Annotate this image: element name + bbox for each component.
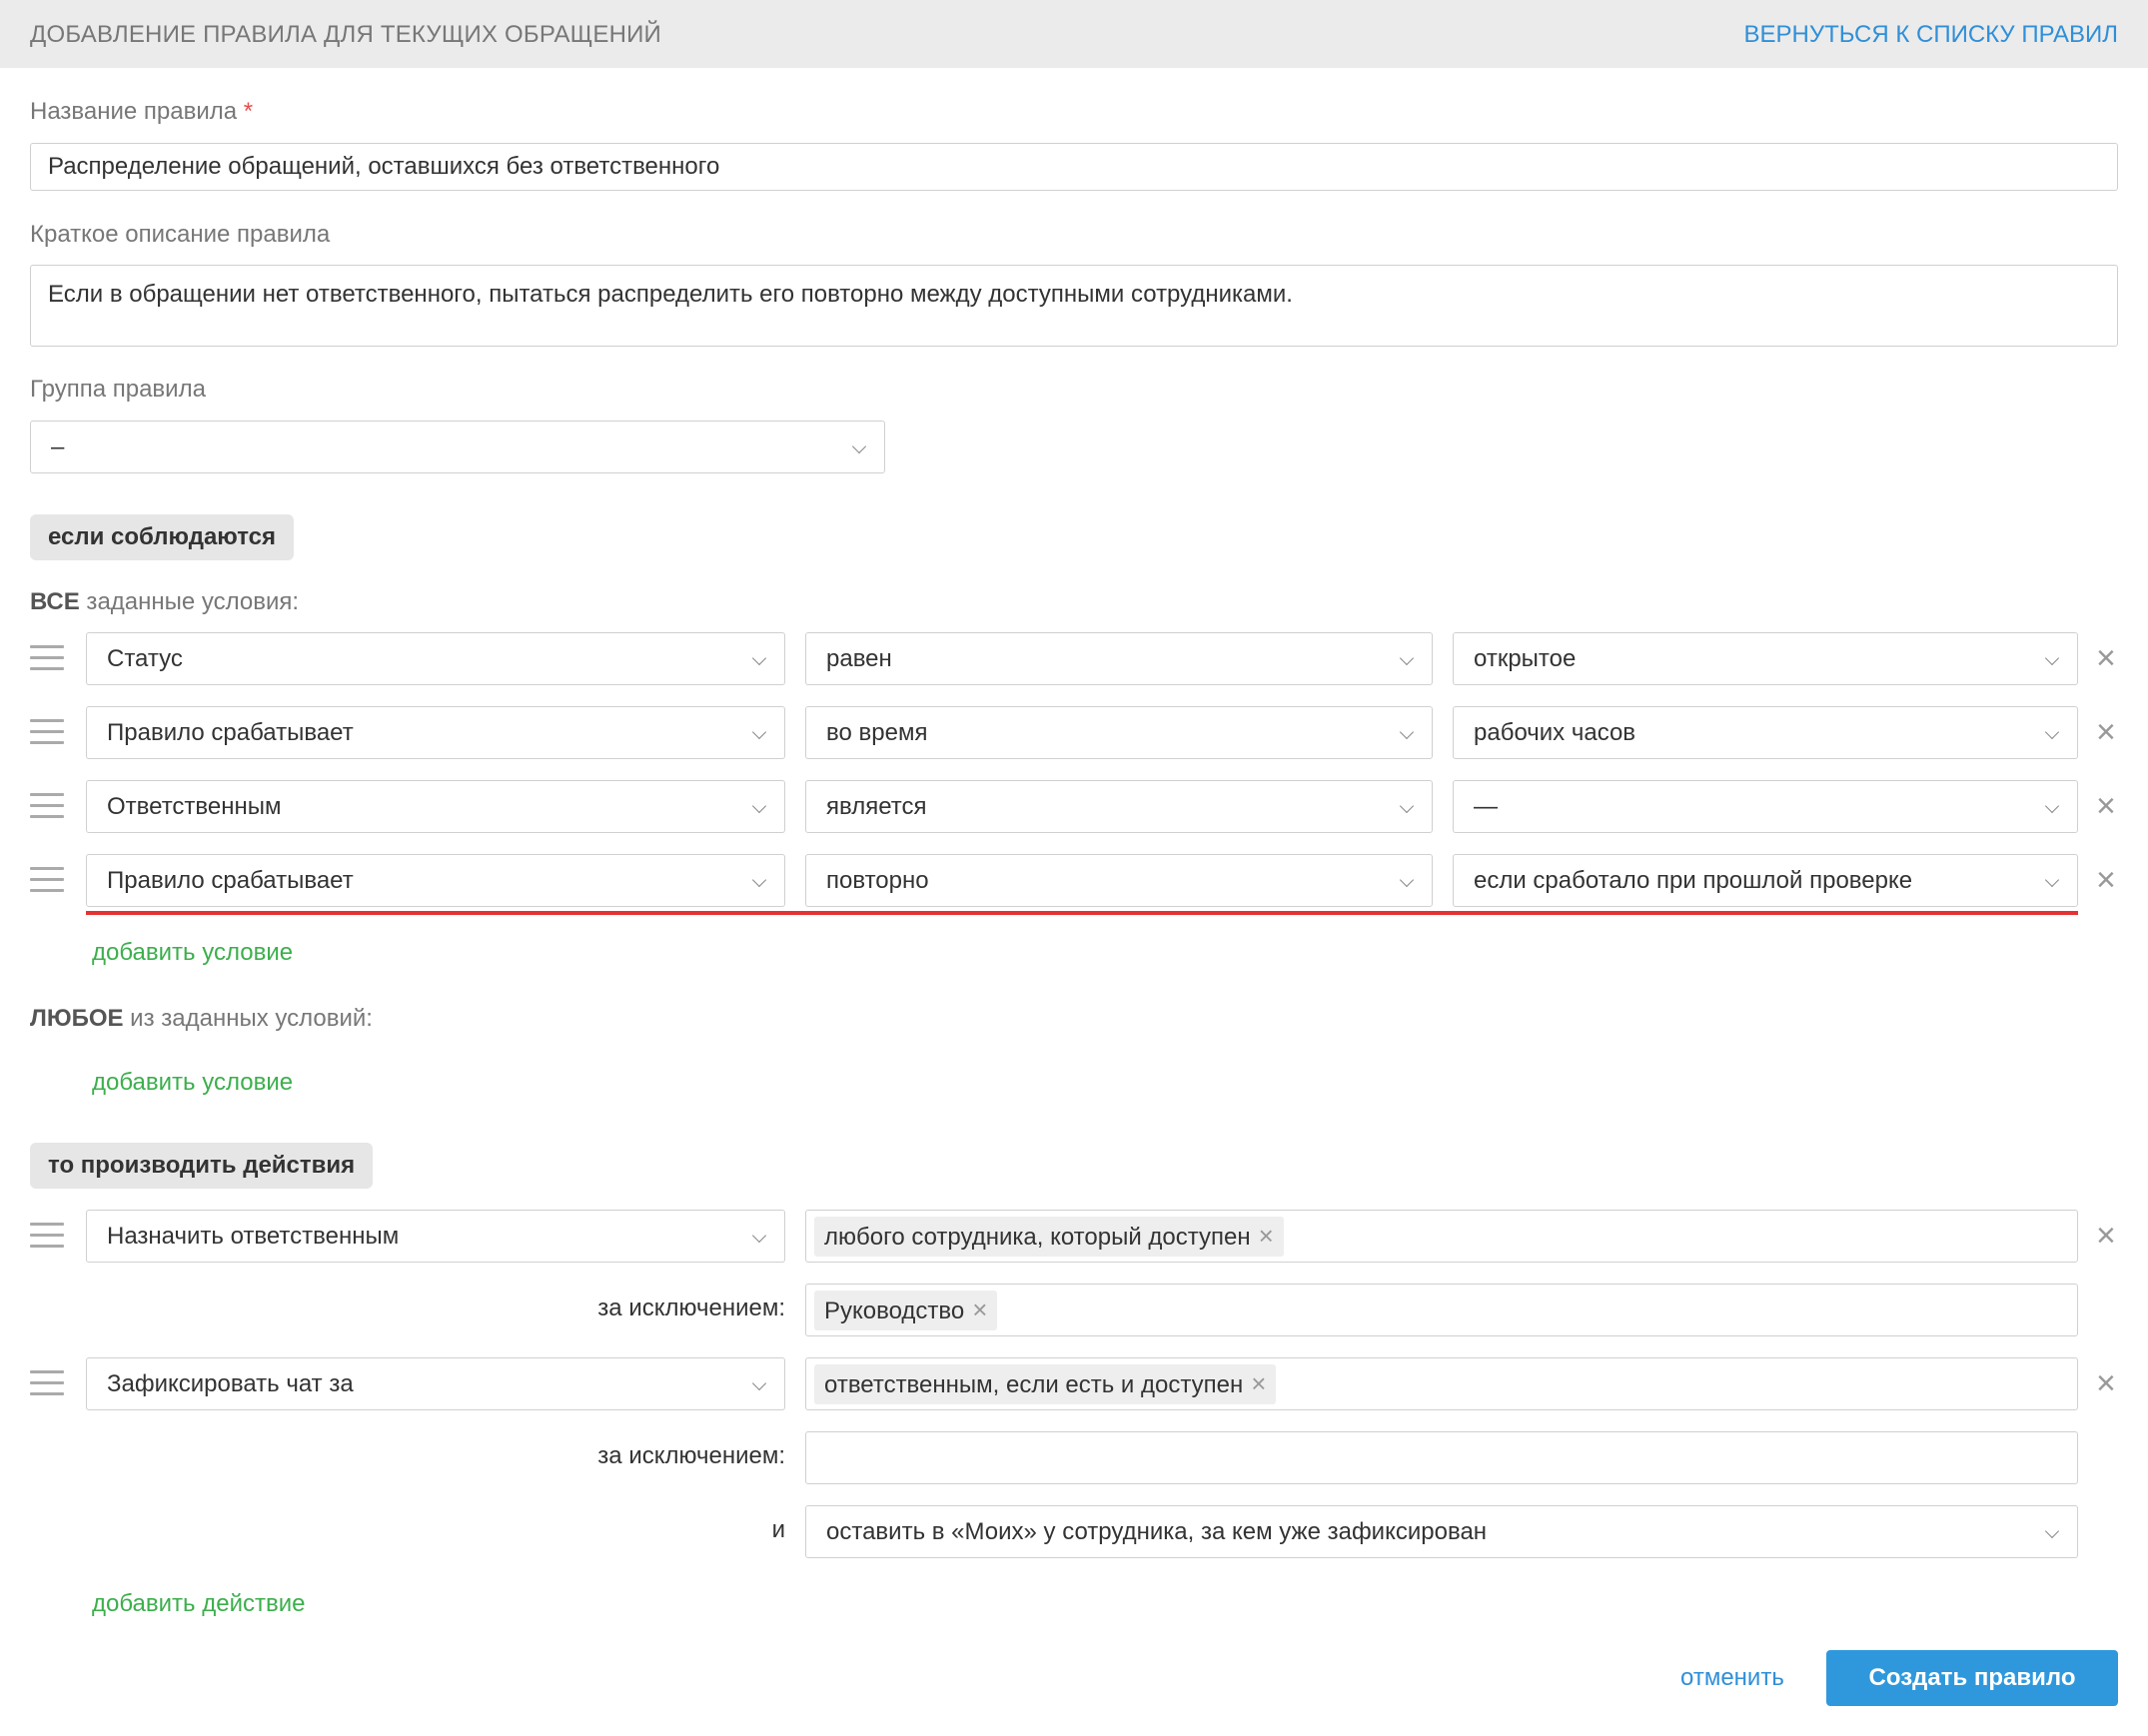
remove-condition-icon[interactable]: × [2096,789,2116,823]
chevron-down-icon [851,438,867,454]
condition-operator-select[interactable]: равен [805,632,1433,685]
chevron-down-icon [2044,724,2060,740]
actions-section-badge: то производить действия [30,1143,374,1189]
page-title: ДОБАВЛЕНИЕ ПРАВИЛА ДЛЯ ТЕКУЩИХ ОБРАЩЕНИЙ [30,21,662,48]
any-conditions-bold: ЛЮБОЕ [30,1005,124,1032]
and-label: и [771,1516,785,1543]
assign-target-tags[interactable]: любого сотрудника, который доступен × [805,1210,2078,1263]
chevron-down-icon [751,650,767,666]
condition-field-select[interactable]: Правило срабатывает [86,854,785,907]
tag-remove-icon[interactable]: × [1259,1221,1274,1251]
tag-remove-icon[interactable]: × [972,1295,987,1324]
drag-handle-icon[interactable] [30,719,64,749]
tag-label: ответственным, если есть и доступен [824,1371,1244,1398]
condition-value-value: рабочих часов [1474,719,1636,746]
condition-value-value: — [1474,793,1498,820]
rule-description-label: Краткое описание правила [30,221,331,248]
remove-action-icon[interactable]: × [2096,1219,2116,1253]
action-type-value: Зафиксировать чат за [107,1370,354,1397]
chevron-down-icon [751,872,767,888]
action-type-select[interactable]: Зафиксировать чат за [86,1357,785,1410]
keep-in-mine-value: оставить в «Моих» у сотрудника, за кем у… [826,1518,1488,1545]
rule-name-input[interactable]: Распределение обращений, оставшихся без … [30,143,2118,191]
drag-handle-icon[interactable] [30,645,64,675]
condition-field-select[interactable]: Правило срабатывает [86,706,785,759]
keep-in-mine-select[interactable]: оставить в «Моих» у сотрудника, за кем у… [805,1505,2078,1558]
drag-handle-icon[interactable] [30,793,64,823]
rule-description-textarea[interactable]: Если в обращении нет ответственного, пыт… [30,265,2118,347]
condition-value-select[interactable]: открытое [1453,632,2078,685]
chevron-down-icon [2044,1523,2060,1539]
drag-handle-icon[interactable] [30,1223,64,1253]
rule-name-label-text: Название правила [30,98,238,125]
chevron-down-icon [1399,798,1415,814]
chevron-down-icon [2044,872,2060,888]
add-all-condition-link[interactable]: добавить условие [92,939,293,967]
rule-name-label: Название правила * [30,98,253,126]
condition-field-value: Правило срабатывает [107,867,354,894]
chevron-down-icon [2044,650,2060,666]
add-action-link[interactable]: добавить действие [92,1590,305,1618]
condition-value-value: если сработало при прошлой проверке [1474,867,1913,894]
remove-condition-icon[interactable]: × [2096,641,2116,675]
except-label: за исключением: [597,1295,785,1321]
rule-group-value: – [51,434,65,460]
conditions-section-badge: если соблюдаются [30,514,294,560]
tag-chip: ответственным, если есть и доступен × [814,1364,1277,1404]
condition-operator-select[interactable]: является [805,780,1433,833]
assign-except-tags[interactable]: Руководство × [805,1284,2078,1336]
all-conditions-heading: ВСЕ заданные условия: [30,588,299,616]
condition-field-select[interactable]: Статус [86,632,785,685]
chevron-down-icon [2044,798,2060,814]
fix-target-tags[interactable]: ответственным, если есть и доступен × [805,1357,2078,1410]
condition-value-select[interactable]: — [1453,780,2078,833]
chevron-down-icon [1399,872,1415,888]
condition-operator-select[interactable]: повторно [805,854,1433,907]
condition-field-value: Ответственным [107,793,282,820]
drag-handle-icon[interactable] [30,867,64,897]
remove-condition-icon[interactable]: × [2096,863,2116,897]
condition-field-value: Правило срабатывает [107,719,354,746]
create-rule-button[interactable]: Создать правило [1826,1650,2118,1706]
chevron-down-icon [1399,724,1415,740]
highlight-underline [86,911,2078,915]
tag-chip: любого сотрудника, который доступен × [814,1217,1284,1257]
condition-operator-select[interactable]: во время [805,706,1433,759]
fix-except-input[interactable] [805,1431,2078,1484]
all-conditions-text: заданные условия: [79,588,300,615]
tag-remove-icon[interactable]: × [1251,1368,1266,1398]
chevron-down-icon [751,724,767,740]
back-to-rules-link[interactable]: ВЕРНУТЬСЯ К СПИСКУ ПРАВИЛ [1744,21,2118,49]
action-type-value: Назначить ответственным [107,1223,400,1250]
rule-group-label: Группа правила [30,376,206,403]
required-mark: * [243,98,254,125]
cancel-link[interactable]: отменить [1680,1664,1784,1692]
condition-field-value: Статус [107,645,183,672]
any-conditions-heading: ЛЮБОЕ из заданных условий: [30,1005,373,1033]
condition-value-value: открытое [1474,645,1577,672]
drag-handle-icon[interactable] [30,1370,64,1400]
condition-field-select[interactable]: Ответственным [86,780,785,833]
condition-operator-value: равен [826,645,892,672]
chevron-down-icon [751,1375,767,1391]
chevron-down-icon [751,798,767,814]
tag-label: любого сотрудника, который доступен [824,1224,1251,1251]
add-any-condition-link[interactable]: добавить условие [92,1069,293,1097]
condition-value-select[interactable]: рабочих часов [1453,706,2078,759]
remove-condition-icon[interactable]: × [2096,715,2116,749]
remove-action-icon[interactable]: × [2096,1366,2116,1400]
tag-label: Руководство [824,1298,965,1324]
except-label: за исключением: [597,1442,785,1469]
all-conditions-bold: ВСЕ [30,588,80,615]
tag-chip: Руководство × [814,1291,998,1330]
condition-value-select[interactable]: если сработало при прошлой проверке [1453,854,2078,907]
any-conditions-text: из заданных условий: [123,1005,373,1032]
chevron-down-icon [751,1228,767,1244]
chevron-down-icon [1399,650,1415,666]
condition-operator-value: во время [826,719,928,746]
action-type-select[interactable]: Назначить ответственным [86,1210,785,1263]
condition-operator-value: повторно [826,867,929,894]
rule-group-select[interactable]: – [30,421,885,473]
condition-operator-value: является [826,793,927,820]
